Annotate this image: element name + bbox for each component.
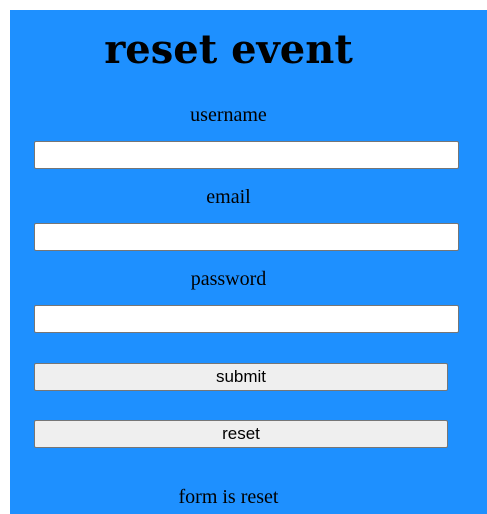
- reset-button[interactable]: reset: [34, 420, 448, 448]
- username-input[interactable]: [34, 141, 459, 169]
- password-label: password: [190, 268, 267, 290]
- page-title: reset event: [104, 26, 353, 73]
- status-message: form is reset: [178, 486, 279, 508]
- form-panel: reset event username email password subm…: [10, 10, 487, 514]
- username-label: username: [190, 104, 267, 126]
- email-input[interactable]: [34, 223, 459, 251]
- submit-button[interactable]: submit: [34, 363, 448, 391]
- email-label: email: [206, 186, 251, 208]
- password-input[interactable]: [34, 305, 459, 333]
